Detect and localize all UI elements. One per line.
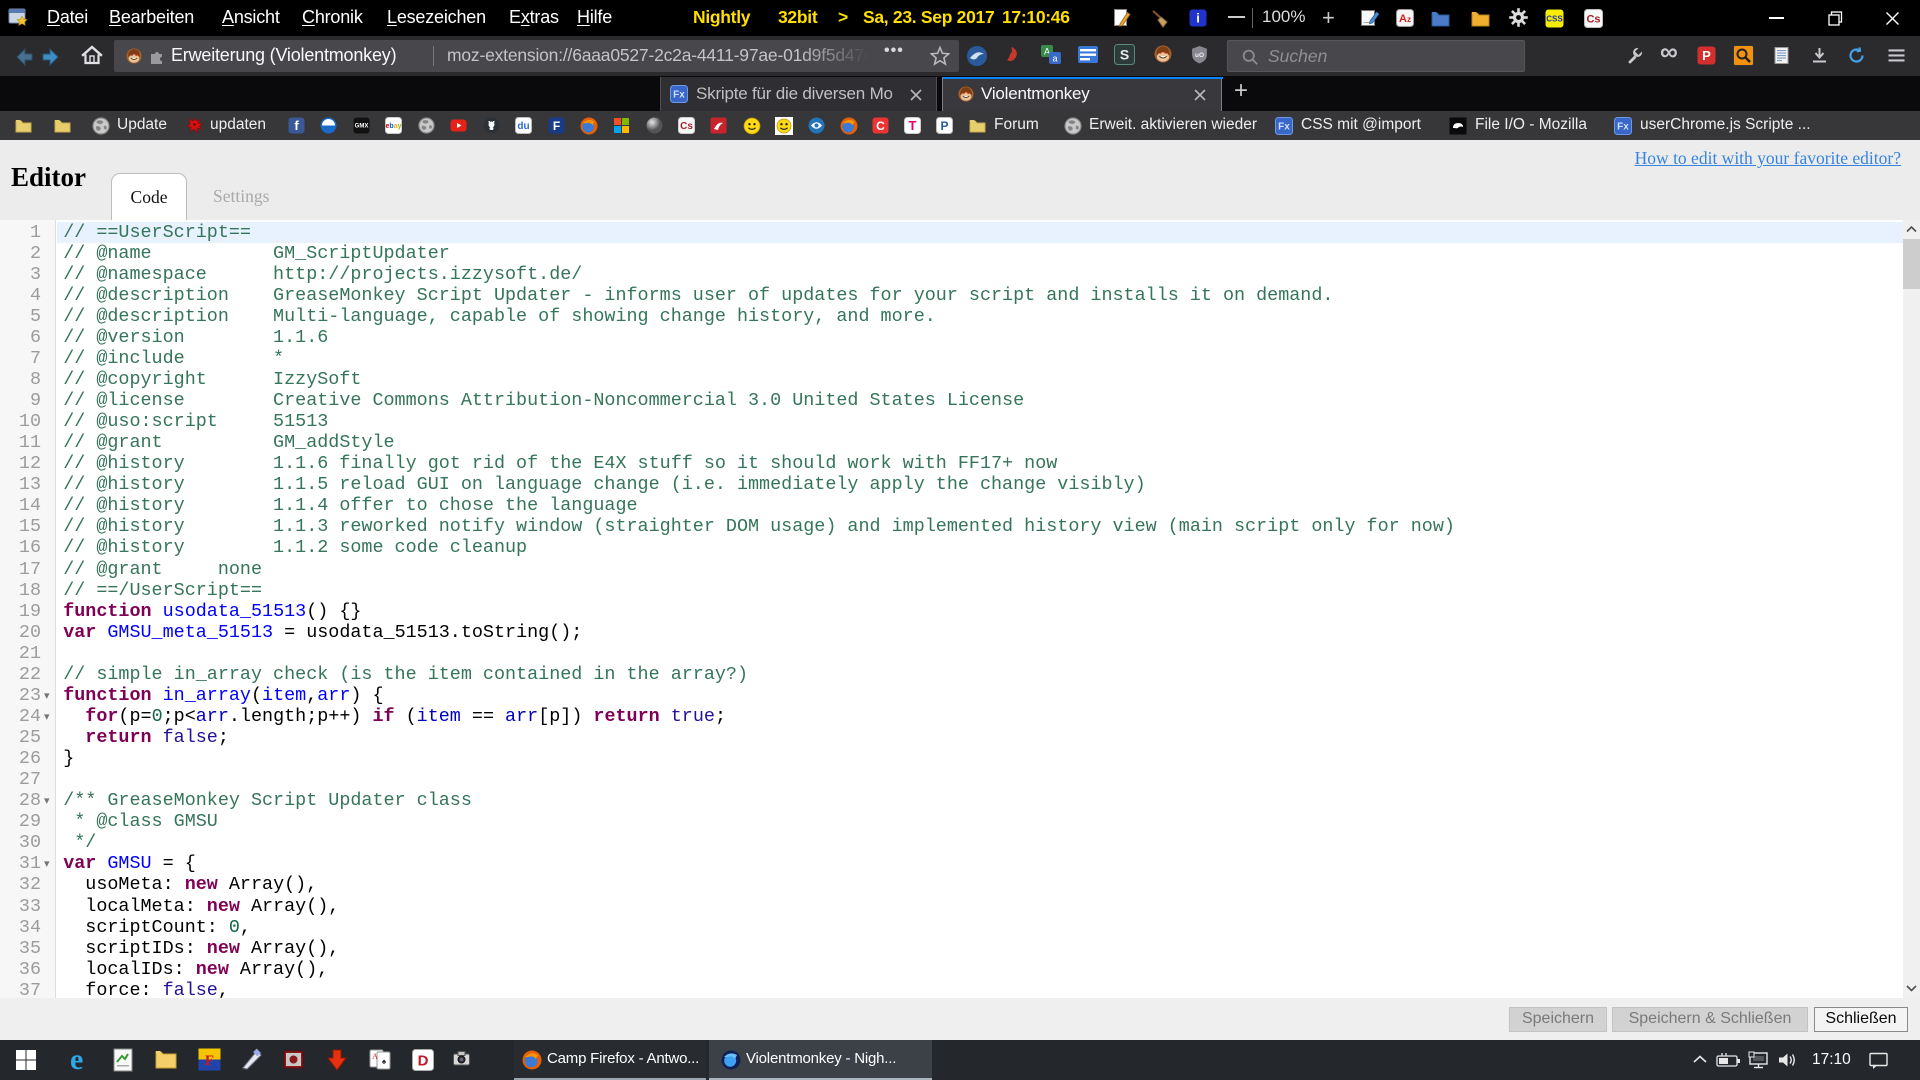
- svg-text:du: du: [517, 121, 529, 132]
- svg-text:D: D: [418, 1052, 429, 1069]
- svg-text:Az: Az: [1399, 13, 1411, 25]
- svg-text:P: P: [940, 119, 948, 133]
- svg-text:f: f: [294, 118, 299, 133]
- svg-text:ebay: ebay: [386, 123, 402, 130]
- svg-text:i: i: [1196, 11, 1200, 26]
- svg-text:F: F: [205, 1053, 214, 1069]
- svg-text:Fx: Fx: [673, 90, 685, 101]
- svg-text:F: F: [553, 119, 560, 133]
- svg-text:CSS: CSS: [1546, 14, 1563, 23]
- svg-text:S: S: [1120, 47, 1129, 63]
- svg-text:uO: uO: [1195, 52, 1204, 59]
- svg-text:GMX: GMX: [355, 124, 369, 130]
- svg-text:T: T: [909, 118, 917, 133]
- svg-text:a: a: [1052, 54, 1057, 64]
- svg-text:Fx: Fx: [1617, 122, 1629, 133]
- svg-text:Cs: Cs: [680, 121, 693, 132]
- svg-text:P: P: [1702, 48, 1711, 63]
- svg-text:Cs: Cs: [1586, 13, 1600, 25]
- svg-text:Fx: Fx: [1278, 122, 1290, 133]
- svg-text:C: C: [876, 119, 885, 133]
- svg-text:A: A: [372, 1052, 378, 1061]
